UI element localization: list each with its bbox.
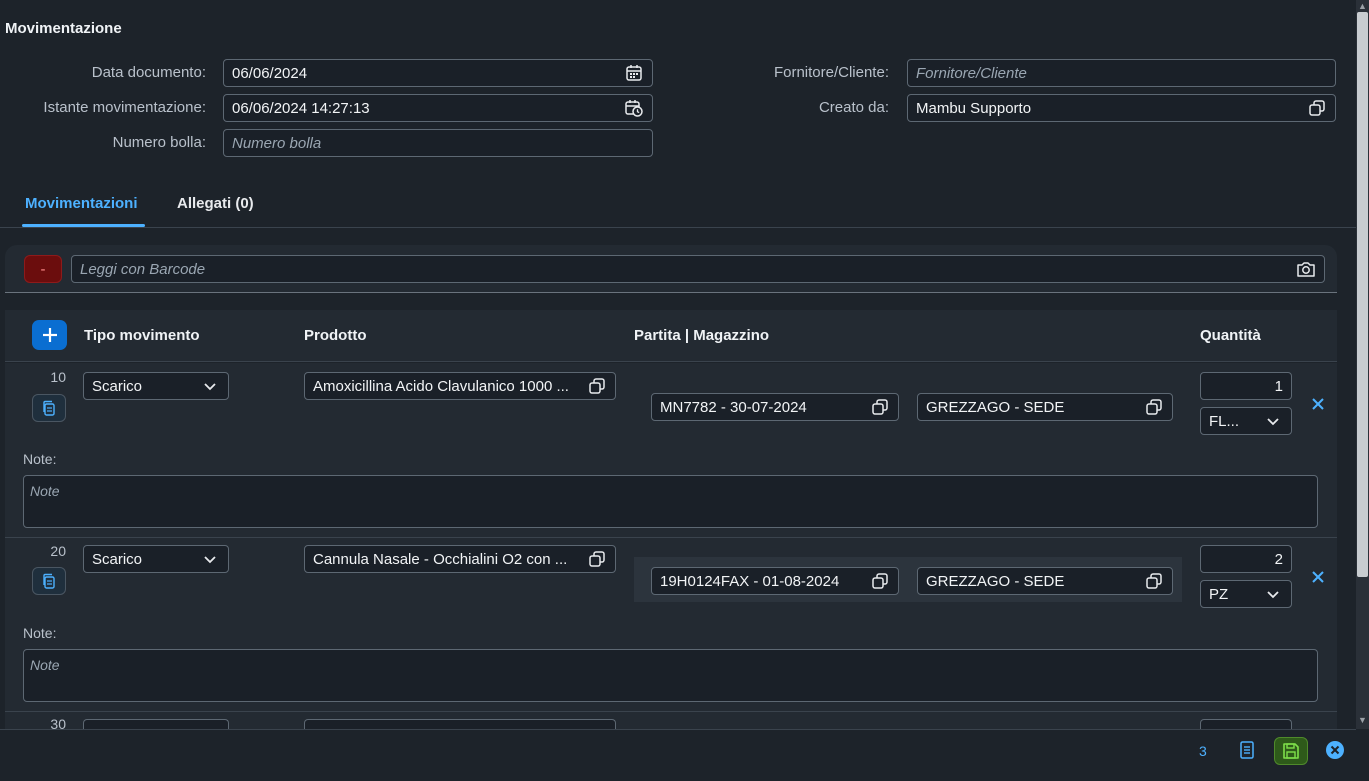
barcode-divider	[5, 292, 1337, 293]
calendar-icon[interactable]	[624, 63, 644, 83]
delete-row-button[interactable]	[1307, 566, 1329, 588]
fornitore-placeholder: Fornitore/Cliente	[916, 64, 1027, 82]
data-documento-value: 06/06/2024	[232, 64, 308, 82]
quantita-value: 2	[1274, 550, 1283, 568]
chevron-down-icon	[1263, 411, 1283, 431]
page-title: Movimentazione	[5, 20, 122, 37]
prodotto-value: Amoxicillina Acido Clavulanico 1000 ...	[313, 377, 569, 395]
prodotto-field[interactable]	[304, 719, 616, 729]
note-placeholder: Note	[30, 483, 60, 499]
tipo-movimento-value: Scarico	[92, 377, 143, 395]
note-placeholder: Note	[30, 657, 60, 673]
column-prodotto: Prodotto	[304, 327, 367, 344]
istante-field[interactable]: 06/06/2024 14:27:13	[223, 94, 653, 122]
minus-button[interactable]: -	[24, 255, 62, 283]
open-value-help-icon[interactable]	[870, 571, 890, 591]
data-documento-label: Data documento:	[91, 64, 206, 81]
cancel-button[interactable]	[1324, 739, 1346, 761]
close-icon	[1312, 571, 1324, 583]
footer-toolbar	[0, 729, 1356, 781]
note-textarea[interactable]: Note	[23, 475, 1318, 528]
unita-value: FL...	[1209, 412, 1240, 430]
creato-da-label: Creato da:	[818, 99, 889, 116]
magazzino-value: GREZZAGO - SEDE	[926, 572, 1065, 590]
unita-select[interactable]: FL...	[1200, 407, 1292, 435]
datetime-icon[interactable]	[624, 98, 644, 118]
open-value-help-icon[interactable]	[1144, 571, 1164, 591]
barcode-placeholder: Leggi con Barcode	[80, 260, 206, 278]
partita-field[interactable]: MN7782 - 30-07-2024	[651, 393, 899, 421]
tipo-movimento-value: Scarico	[92, 550, 143, 568]
tipo-movimento-select[interactable]: Scarico	[83, 545, 229, 573]
delete-row-button[interactable]	[1307, 393, 1329, 415]
partita-value: MN7782 - 30-07-2024	[660, 398, 807, 416]
save-button[interactable]	[1274, 737, 1308, 765]
tabs-divider	[0, 227, 1356, 228]
column-tipo-movimento: Tipo movimento	[84, 327, 200, 344]
plus-icon	[42, 328, 57, 342]
prodotto-value: Cannula Nasale - Occhialini O2 con ...	[313, 550, 568, 568]
copy-row-button[interactable]	[32, 394, 66, 422]
scroll-up-arrow[interactable]: ▲	[1356, 0, 1369, 12]
tipo-movimento-select[interactable]: Scarico	[83, 372, 229, 400]
chevron-down-icon	[1263, 584, 1283, 604]
camera-icon[interactable]	[1296, 259, 1316, 279]
chevron-down-icon	[200, 376, 220, 396]
quantita-value: 1	[1274, 377, 1283, 395]
quantita-input[interactable]: 2	[1200, 545, 1292, 573]
tipo-movimento-select[interactable]	[83, 719, 229, 729]
open-value-help-icon[interactable]	[1307, 98, 1327, 118]
document-icon	[1240, 741, 1254, 759]
open-value-help-icon[interactable]	[1144, 397, 1164, 417]
partita-value: 19H0124FAX - 01-08-2024	[660, 572, 840, 590]
partita-field[interactable]: 19H0124FAX - 01-08-2024	[651, 567, 899, 595]
tab-allegati[interactable]: Allegati (0)	[177, 195, 254, 212]
fornitore-label: Fornitore/Cliente:	[773, 64, 889, 81]
unita-value: PZ	[1209, 585, 1229, 603]
magazzino-field[interactable]: GREZZAGO - SEDE	[917, 393, 1173, 421]
chevron-down-icon	[200, 549, 220, 569]
data-documento-field[interactable]: 06/06/2024	[223, 59, 653, 87]
row-number: 10	[50, 369, 66, 385]
column-quantita: Quantità	[1200, 327, 1261, 344]
items-count: 3	[1199, 743, 1207, 759]
document-button[interactable]	[1236, 739, 1258, 761]
row-number: 20	[50, 543, 66, 559]
quantita-input[interactable]: 1	[1200, 372, 1292, 400]
istante-value: 06/06/2024 14:27:13	[232, 99, 370, 117]
prodotto-field[interactable]: Cannula Nasale - Occhialini O2 con ...	[304, 545, 616, 573]
creato-da-value: Mambu Supporto	[916, 99, 1032, 117]
numero-bolla-label: Numero bolla:	[112, 134, 206, 151]
magazzino-field[interactable]: GREZZAGO - SEDE	[917, 567, 1173, 595]
copy-icon	[43, 573, 55, 589]
prodotto-field[interactable]: Amoxicillina Acido Clavulanico 1000 ...	[304, 372, 616, 400]
scroll-down-arrow[interactable]: ▼	[1356, 714, 1369, 726]
open-value-help-icon[interactable]	[587, 376, 607, 396]
numero-bolla-input[interactable]: Numero bolla	[223, 129, 653, 157]
tab-movimentazioni[interactable]: Movimentazioni	[25, 195, 138, 212]
open-value-help-icon[interactable]	[587, 549, 607, 569]
save-icon	[1283, 743, 1299, 759]
close-circle-icon	[1326, 741, 1344, 759]
column-partita-magazzino: Partita | Magazzino	[634, 327, 770, 344]
barcode-input[interactable]: Leggi con Barcode	[71, 255, 1325, 283]
creato-da-field[interactable]: Mambu Supporto	[907, 94, 1336, 122]
open-value-help-icon[interactable]	[870, 397, 890, 417]
note-label: Note:	[23, 625, 57, 641]
magazzino-value: GREZZAGO - SEDE	[926, 398, 1065, 416]
add-row-button[interactable]	[32, 320, 67, 350]
copy-icon	[43, 400, 55, 416]
note-textarea[interactable]: Note	[23, 649, 1318, 702]
copy-row-button[interactable]	[32, 567, 66, 595]
unita-select[interactable]: PZ	[1200, 580, 1292, 608]
close-icon	[1312, 398, 1324, 410]
quantita-input[interactable]	[1200, 719, 1292, 729]
numero-bolla-placeholder: Numero bolla	[232, 134, 322, 152]
active-tab-indicator	[22, 224, 145, 227]
scrollbar-thumb[interactable]	[1357, 12, 1368, 577]
istante-label: Istante movimentazione:	[43, 99, 206, 116]
note-label: Note:	[23, 451, 57, 467]
fornitore-input[interactable]: Fornitore/Cliente	[907, 59, 1336, 87]
